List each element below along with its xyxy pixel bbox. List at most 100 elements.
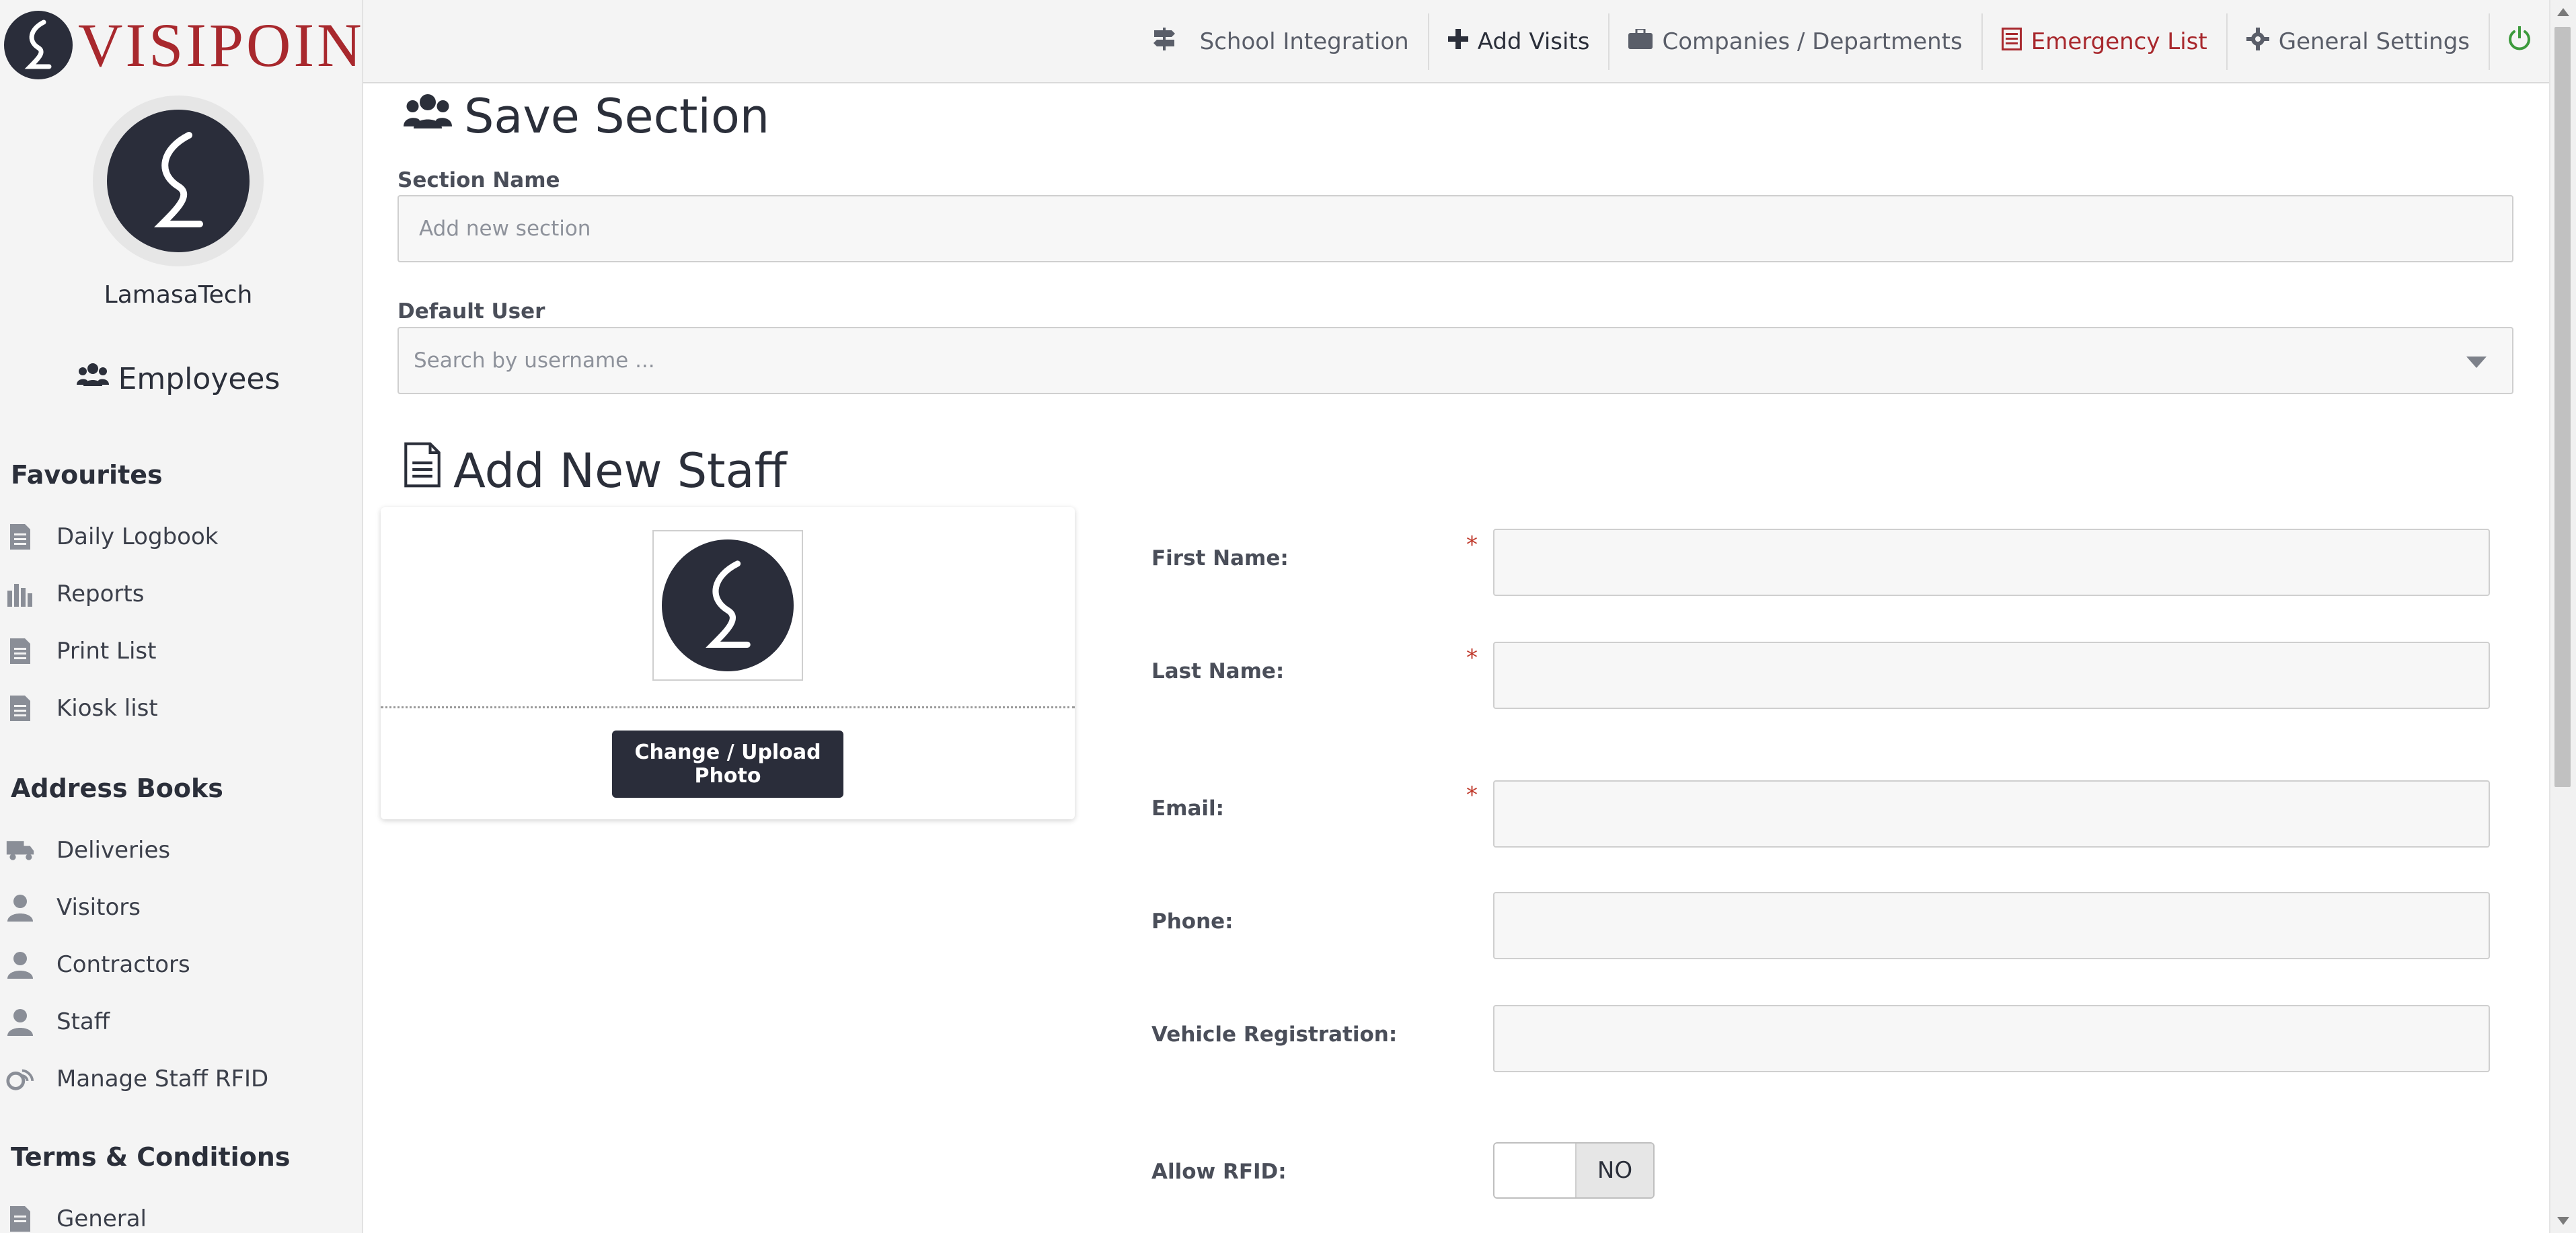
page-scrollbar[interactable] xyxy=(2549,0,2576,1233)
sidebar-item-visitors[interactable]: Visitors xyxy=(5,893,141,922)
top-navbar: School Integration Add Visits Companies … xyxy=(363,0,2549,83)
sidebar-item-label: Manage Staff RFID xyxy=(56,1066,269,1092)
email-input[interactable] xyxy=(1493,780,2490,848)
brand[interactable]: VISIPOINT xyxy=(4,11,363,79)
add-staff-title: Add New Staff xyxy=(404,441,787,500)
avatar[interactable] xyxy=(93,96,264,266)
sidebar-item-label: Kiosk list xyxy=(56,695,158,722)
save-section-title: Save Section xyxy=(404,89,769,144)
allow-rfid-toggle[interactable]: NO xyxy=(1493,1142,1655,1199)
first-name-input[interactable] xyxy=(1493,529,2490,596)
section-name-label: Section Name xyxy=(397,168,560,192)
default-user-placeholder: Search by username ... xyxy=(414,348,655,373)
required-marker: * xyxy=(1466,782,1478,809)
upload-photo-button[interactable]: Change / Upload Photo xyxy=(612,731,843,798)
truck-icon xyxy=(5,835,35,865)
avatar-logo-icon xyxy=(107,110,250,252)
document-icon xyxy=(404,441,441,500)
sidebar-item-label: Reports xyxy=(56,581,145,607)
profile-name: LamasaTech xyxy=(104,281,253,309)
required-marker: * xyxy=(1466,531,1478,558)
vehicle-registration-label: Vehicle Registration: xyxy=(1151,1022,1398,1047)
sidebar-item-contractors[interactable]: Contractors xyxy=(5,950,190,979)
power-icon xyxy=(2507,26,2532,58)
nav-emergency-list[interactable]: Emergency List xyxy=(1983,13,2228,70)
signpost-icon xyxy=(1151,26,1177,58)
scroll-down-icon[interactable] xyxy=(2557,1217,2569,1225)
scroll-thumb[interactable] xyxy=(2554,27,2571,787)
email-label: Email: xyxy=(1151,796,1225,821)
users-icon xyxy=(76,362,109,396)
top-nav: School Integration Add Visits Companies … xyxy=(1133,0,2549,83)
nav-add-visits[interactable]: Add Visits xyxy=(1429,13,1610,70)
user-icon xyxy=(5,893,35,922)
phone-input[interactable] xyxy=(1493,892,2490,959)
nav-label: General Settings xyxy=(2278,28,2470,55)
sidebar-item-label: Daily Logbook xyxy=(56,523,219,550)
employees-section-link[interactable]: Employees xyxy=(0,362,356,396)
app-root: VISIPOINT LamasaTech Employ xyxy=(0,0,2576,1233)
default-user-label: Default User xyxy=(397,299,545,324)
sidebar-item-manage-staff-rfid[interactable]: Manage Staff RFID xyxy=(5,1064,268,1094)
photo-card: Change / Upload Photo xyxy=(381,507,1075,819)
document-icon xyxy=(5,1204,35,1233)
briefcase-icon xyxy=(1628,28,1653,55)
nav-label: Companies / Departments xyxy=(1662,28,1963,55)
sidebar-item-label: Deliveries xyxy=(56,837,171,864)
nav-school-integration[interactable]: School Integration xyxy=(1133,13,1429,70)
nav-label: School Integration xyxy=(1199,28,1409,55)
gear-icon xyxy=(2246,27,2269,57)
sidebar: VISIPOINT LamasaTech Employ xyxy=(0,0,363,1233)
toggle-knob xyxy=(1494,1144,1577,1197)
sidebar-item-label: General xyxy=(56,1205,147,1232)
first-name-label: First Name: xyxy=(1151,546,1289,570)
nav-general-settings[interactable]: General Settings xyxy=(2228,13,2490,70)
section-name-input[interactable] xyxy=(397,195,2513,262)
save-section-title-text: Save Section xyxy=(464,89,770,144)
nav-label: Add Visits xyxy=(1477,28,1590,55)
default-user-select[interactable]: Search by username ... xyxy=(397,327,2513,394)
visipoint-logo-icon xyxy=(4,11,73,79)
document-icon xyxy=(5,522,35,552)
toggle-state: NO xyxy=(1577,1144,1653,1197)
allow-rfid-label: Allow RFID: xyxy=(1151,1160,1287,1184)
document-icon xyxy=(5,694,35,723)
photo-divider xyxy=(381,706,1075,708)
add-staff-title-text: Add New Staff xyxy=(453,443,787,498)
sidebar-item-label: Contractors xyxy=(56,951,190,978)
last-name-label: Last Name: xyxy=(1151,659,1285,683)
photo-logo-icon xyxy=(662,539,794,671)
brand-name: VISIPOINT xyxy=(78,11,363,79)
plus-icon xyxy=(1447,28,1468,55)
sidebar-item-kiosk-list[interactable]: Kiosk list xyxy=(5,694,158,723)
scroll-up-icon[interactable] xyxy=(2557,8,2569,16)
sidebar-item-daily-logbook[interactable]: Daily Logbook xyxy=(5,522,218,552)
bar-chart-icon xyxy=(5,579,35,609)
favourites-heading: Favourites xyxy=(11,460,163,490)
user-icon xyxy=(5,950,35,979)
phone-label: Phone: xyxy=(1151,909,1234,934)
rfid-icon xyxy=(5,1064,35,1094)
sidebar-item-print-list[interactable]: Print List xyxy=(5,636,156,666)
users-icon xyxy=(404,89,452,144)
sidebar-item-label: Print List xyxy=(56,638,157,665)
required-marker: * xyxy=(1466,644,1478,671)
employees-label: Employees xyxy=(118,362,280,396)
list-icon xyxy=(2001,27,2022,57)
sidebar-item-deliveries[interactable]: Deliveries xyxy=(5,835,170,865)
sidebar-item-general[interactable]: General xyxy=(5,1204,147,1233)
chevron-down-icon xyxy=(2466,357,2487,368)
sidebar-item-label: Staff xyxy=(56,1008,110,1035)
nav-companies-departments[interactable]: Companies / Departments xyxy=(1609,13,1983,70)
terms-heading: Terms & Conditions xyxy=(11,1142,291,1172)
user-icon xyxy=(5,1007,35,1037)
sidebar-item-staff[interactable]: Staff xyxy=(5,1007,110,1037)
last-name-input[interactable] xyxy=(1493,642,2490,709)
logout-button[interactable] xyxy=(2490,13,2549,70)
vehicle-registration-input[interactable] xyxy=(1493,1005,2490,1072)
address-books-heading: Address Books xyxy=(11,774,223,803)
nav-label: Emergency List xyxy=(2031,28,2207,55)
sidebar-item-label: Visitors xyxy=(56,894,141,921)
staff-photo xyxy=(652,530,803,681)
sidebar-item-reports[interactable]: Reports xyxy=(5,579,144,609)
